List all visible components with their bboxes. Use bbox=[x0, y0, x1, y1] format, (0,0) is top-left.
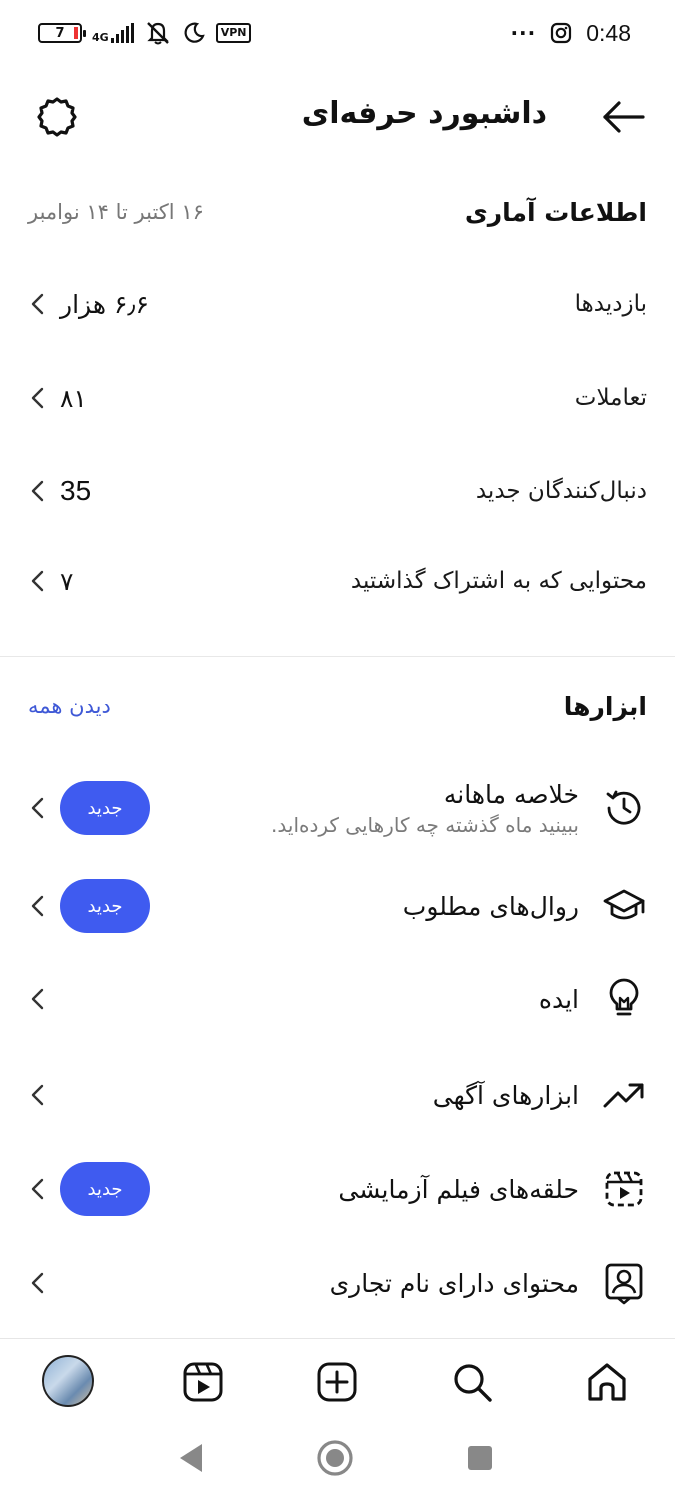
battery-level: 7 bbox=[55, 25, 65, 41]
stats-date-range: ۱۶ اکتبر تا ۱۴ نوامبر bbox=[28, 200, 204, 224]
search-tab[interactable] bbox=[447, 1357, 497, 1407]
chevron-left-icon bbox=[31, 570, 44, 592]
chevron-left-icon bbox=[31, 480, 44, 502]
tool-row-best-practices[interactable]: روال‌های مطلوب جدید bbox=[28, 871, 647, 941]
tool-label: ایده bbox=[538, 984, 579, 1014]
chevron-left-icon bbox=[31, 1272, 44, 1294]
history-clock-icon bbox=[606, 790, 641, 825]
add-post-icon bbox=[317, 1362, 357, 1402]
new-badge: جدید bbox=[60, 879, 150, 933]
stat-row-new-followers[interactable]: دنبال‌کنندگان جدید 35 bbox=[28, 461, 647, 521]
trial-reels-icon bbox=[605, 1171, 643, 1207]
top-app-bar: داشبورد حرفه‌ای bbox=[0, 80, 675, 152]
create-tab[interactable] bbox=[312, 1357, 362, 1407]
tools-section-header: ابزارها دیدن همه bbox=[28, 686, 647, 726]
chevron-left-icon bbox=[31, 797, 44, 819]
search-icon bbox=[454, 1364, 492, 1402]
do-not-disturb-moon-icon bbox=[184, 22, 205, 43]
settings-gear-icon[interactable] bbox=[34, 94, 80, 140]
chevron-left-icon bbox=[31, 293, 44, 315]
new-badge: جدید bbox=[60, 1162, 150, 1216]
branded-content-icon bbox=[605, 1263, 643, 1305]
stat-label: محتوایی که به اشتراک گذاشتید bbox=[350, 568, 647, 594]
signal-icon: 4G bbox=[92, 23, 134, 43]
tool-label: ابزارهای آگهی bbox=[432, 1080, 579, 1110]
section-divider bbox=[0, 656, 675, 657]
stats-section-title: اطلاعات آماری bbox=[464, 197, 647, 227]
clock: 0:48 bbox=[586, 19, 631, 46]
system-back-icon[interactable] bbox=[176, 1440, 206, 1476]
stat-value: 35 bbox=[60, 475, 92, 506]
tool-description: ببینید ماه گذشته چه کارهایی کرده‌اید. bbox=[271, 812, 579, 837]
system-home-icon[interactable] bbox=[315, 1438, 355, 1478]
tool-row-inspiration[interactable]: ایده bbox=[28, 964, 647, 1034]
tool-label: خلاصه ماهانه bbox=[443, 779, 579, 809]
system-recents-icon[interactable] bbox=[466, 1444, 494, 1472]
tool-row-monthly-recap[interactable]: خلاصه ماهانه ببینید ماه گذشته چه کارهایی… bbox=[28, 770, 647, 846]
stat-row-views[interactable]: بازدیدها ۶٫۶ هزار bbox=[28, 274, 647, 334]
stat-label: بازدیدها bbox=[574, 291, 647, 317]
page-title: داشبورد حرفه‌ای bbox=[301, 96, 547, 131]
tool-label: روال‌های مطلوب bbox=[402, 891, 579, 921]
tools-section-title: ابزارها bbox=[563, 691, 647, 721]
avatar bbox=[42, 1355, 94, 1407]
see-all-link[interactable]: دیدن همه bbox=[28, 694, 111, 718]
trending-up-icon bbox=[603, 1083, 644, 1108]
tool-row-branded-content[interactable]: محتوای دارای نام تجاری bbox=[28, 1248, 647, 1318]
tool-row-ad-tools[interactable]: ابزارهای آگهی bbox=[28, 1060, 647, 1130]
tool-row-trial-reels[interactable]: حلقه‌های فیلم آزمایشی جدید bbox=[28, 1154, 647, 1224]
home-icon bbox=[588, 1363, 626, 1401]
stats-section-header: اطلاعات آماری ۱۶ اکتبر تا ۱۴ نوامبر bbox=[28, 192, 647, 232]
mute-icon bbox=[146, 22, 169, 45]
stat-value: ۶٫۶ هزار bbox=[60, 289, 149, 319]
back-arrow-icon[interactable] bbox=[601, 94, 647, 140]
tool-label: حلقه‌های فیلم آزمایشی bbox=[338, 1174, 579, 1204]
stat-label: تعاملات bbox=[574, 385, 647, 411]
chevron-left-icon bbox=[31, 988, 44, 1010]
status-bar: 7 4G VPN ··· 0:48 bbox=[0, 0, 675, 68]
chevron-left-icon bbox=[31, 895, 44, 917]
home-tab[interactable] bbox=[582, 1357, 632, 1407]
battery-icon: 7 bbox=[38, 23, 86, 43]
vpn-icon: VPN bbox=[215, 23, 252, 43]
stat-row-interactions[interactable]: تعاملات ۸۱ bbox=[28, 368, 647, 428]
reels-icon bbox=[183, 1362, 223, 1402]
stat-label: دنبال‌کنندگان جدید bbox=[475, 478, 647, 504]
chevron-left-icon bbox=[31, 1178, 44, 1200]
chevron-left-icon bbox=[31, 1084, 44, 1106]
more-notifications-icon: ··· bbox=[510, 21, 537, 45]
network-type: 4G bbox=[92, 31, 109, 44]
new-badge: جدید bbox=[60, 781, 150, 835]
instagram-notification-icon bbox=[551, 22, 572, 44]
stat-value: ۷ bbox=[60, 566, 74, 596]
bottom-navigation bbox=[0, 1338, 675, 1424]
graduation-cap-icon bbox=[603, 889, 645, 920]
tool-label: محتوای دارای نام تجاری bbox=[329, 1268, 579, 1298]
lightbulb-icon bbox=[609, 978, 639, 1016]
chevron-left-icon bbox=[31, 387, 44, 409]
profile-tab[interactable] bbox=[40, 1353, 96, 1409]
system-navigation-bar bbox=[0, 1424, 675, 1500]
stat-row-content-shared[interactable]: محتوایی که به اشتراک گذاشتید ۷ bbox=[28, 551, 647, 611]
reels-tab[interactable] bbox=[178, 1357, 228, 1407]
stat-value: ۸۱ bbox=[60, 383, 87, 413]
